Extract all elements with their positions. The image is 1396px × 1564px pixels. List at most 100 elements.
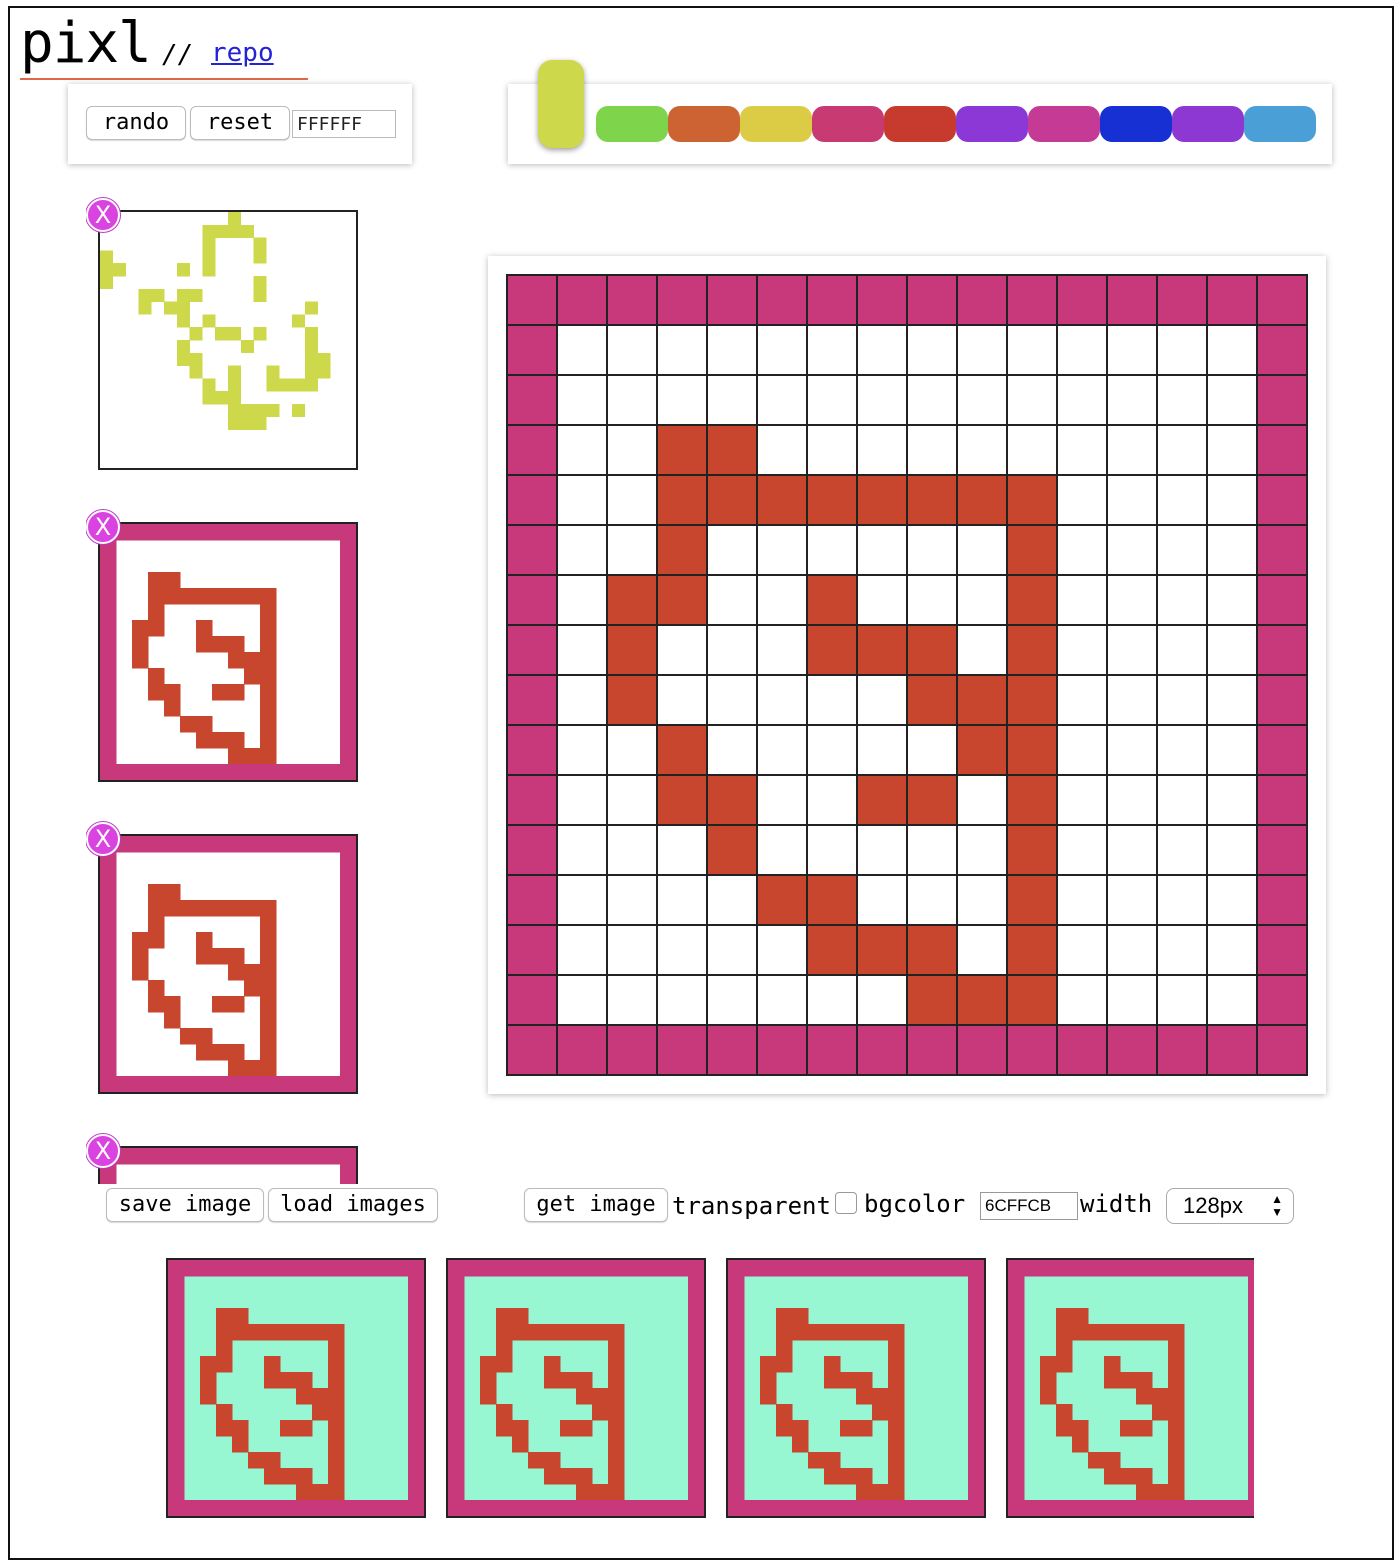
grid-cell[interactable] xyxy=(1207,725,1257,775)
grid-cell[interactable] xyxy=(657,875,707,925)
grid-cell[interactable] xyxy=(557,925,607,975)
grid-cell[interactable] xyxy=(657,975,707,1025)
grid-cell[interactable] xyxy=(957,375,1007,425)
grid-cell[interactable] xyxy=(607,325,657,375)
grid-cell[interactable] xyxy=(1007,475,1057,525)
grid-cell[interactable] xyxy=(1207,675,1257,725)
grid-cell[interactable] xyxy=(507,675,557,725)
grid-cell[interactable] xyxy=(1157,525,1207,575)
grid-cell[interactable] xyxy=(1107,275,1157,325)
grid-cell[interactable] xyxy=(1257,475,1307,525)
grid-cell[interactable] xyxy=(907,925,957,975)
grid-cell[interactable] xyxy=(907,475,957,525)
grid-cell[interactable] xyxy=(957,775,1007,825)
grid-cell[interactable] xyxy=(657,725,707,775)
grid-cell[interactable] xyxy=(1007,275,1057,325)
grid-cell[interactable] xyxy=(1057,875,1107,925)
grid-cell[interactable] xyxy=(757,975,807,1025)
grid-cell[interactable] xyxy=(757,875,807,925)
grid-cell[interactable] xyxy=(757,825,807,875)
grid-cell[interactable] xyxy=(1057,275,1107,325)
grid-cell[interactable] xyxy=(1107,875,1157,925)
grid-cell[interactable] xyxy=(757,475,807,525)
grid-cell[interactable] xyxy=(957,975,1007,1025)
save-image-button[interactable]: save image xyxy=(106,1188,264,1222)
grid-cell[interactable] xyxy=(707,275,757,325)
grid-cell[interactable] xyxy=(507,275,557,325)
grid-cell[interactable] xyxy=(657,675,707,725)
grid-cell[interactable] xyxy=(507,425,557,475)
grid-cell[interactable] xyxy=(1257,525,1307,575)
grid-cell[interactable] xyxy=(657,425,707,475)
grid-cell[interactable] xyxy=(1207,575,1257,625)
grid-cell[interactable] xyxy=(1057,775,1107,825)
grid-cell[interactable] xyxy=(607,375,657,425)
grid-cell[interactable] xyxy=(857,975,907,1025)
grid-cell[interactable] xyxy=(1007,875,1057,925)
grid-cell[interactable] xyxy=(707,675,757,725)
grid-cell[interactable] xyxy=(1057,975,1107,1025)
grid-cell[interactable] xyxy=(807,275,857,325)
grid-cell[interactable] xyxy=(1207,375,1257,425)
grid-cell[interactable] xyxy=(507,1025,557,1075)
grid-cell[interactable] xyxy=(1107,575,1157,625)
grid-cell[interactable] xyxy=(807,1025,857,1075)
grid-cell[interactable] xyxy=(1257,725,1307,775)
palette-swatch[interactable] xyxy=(668,106,740,142)
grid-cell[interactable] xyxy=(657,625,707,675)
grid-cell[interactable] xyxy=(557,825,607,875)
grid-cell[interactable] xyxy=(757,575,807,625)
grid-cell[interactable] xyxy=(707,775,757,825)
grid-cell[interactable] xyxy=(957,575,1007,625)
grid-cell[interactable] xyxy=(557,325,607,375)
get-image-button[interactable]: get image xyxy=(524,1188,668,1222)
grid-cell[interactable] xyxy=(1107,375,1157,425)
grid-cell[interactable] xyxy=(1007,325,1057,375)
grid-cell[interactable] xyxy=(707,725,757,775)
grid-cell[interactable] xyxy=(807,825,857,875)
grid-cell[interactable] xyxy=(1257,675,1307,725)
grid-cell[interactable] xyxy=(1057,1025,1107,1075)
current-color-swatch[interactable] xyxy=(538,60,584,148)
grid-cell[interactable] xyxy=(657,575,707,625)
grid-cell[interactable] xyxy=(557,1025,607,1075)
grid-cell[interactable] xyxy=(507,625,557,675)
grid-cell[interactable] xyxy=(1007,625,1057,675)
grid-cell[interactable] xyxy=(957,425,1007,475)
grid-cell[interactable] xyxy=(1007,525,1057,575)
grid-cell[interactable] xyxy=(707,425,757,475)
palette-swatch[interactable] xyxy=(1172,106,1244,142)
grid-cell[interactable] xyxy=(657,925,707,975)
grid-cell[interactable] xyxy=(707,825,757,875)
grid-cell[interactable] xyxy=(807,675,857,725)
grid-cell[interactable] xyxy=(807,875,857,925)
grid-cell[interactable] xyxy=(1057,825,1107,875)
palette-swatch[interactable] xyxy=(1244,106,1316,142)
grid-cell[interactable] xyxy=(507,975,557,1025)
grid-cell[interactable] xyxy=(857,775,907,825)
grid-cell[interactable] xyxy=(557,475,607,525)
grid-cell[interactable] xyxy=(907,425,957,475)
grid-cell[interactable] xyxy=(1207,625,1257,675)
saved-image-thumbnail[interactable] xyxy=(98,522,358,782)
grid-cell[interactable] xyxy=(1057,925,1107,975)
grid-cell[interactable] xyxy=(707,875,757,925)
grid-cell[interactable] xyxy=(507,525,557,575)
grid-cell[interactable] xyxy=(1157,575,1207,625)
grid-cell[interactable] xyxy=(757,725,807,775)
grid-cell[interactable] xyxy=(1157,725,1207,775)
grid-cell[interactable] xyxy=(907,375,957,425)
grid-cell[interactable] xyxy=(607,925,657,975)
grid-cell[interactable] xyxy=(1007,825,1057,875)
grid-cell[interactable] xyxy=(657,375,707,425)
grid-cell[interactable] xyxy=(507,325,557,375)
palette-swatch[interactable] xyxy=(884,106,956,142)
grid-cell[interactable] xyxy=(1057,375,1107,425)
grid-cell[interactable] xyxy=(1107,975,1157,1025)
grid-cell[interactable] xyxy=(557,425,607,475)
grid-cell[interactable] xyxy=(707,375,757,425)
grid-cell[interactable] xyxy=(757,325,807,375)
grid-cell[interactable] xyxy=(807,575,857,625)
grid-cell[interactable] xyxy=(1157,675,1207,725)
grid-cell[interactable] xyxy=(957,925,1007,975)
